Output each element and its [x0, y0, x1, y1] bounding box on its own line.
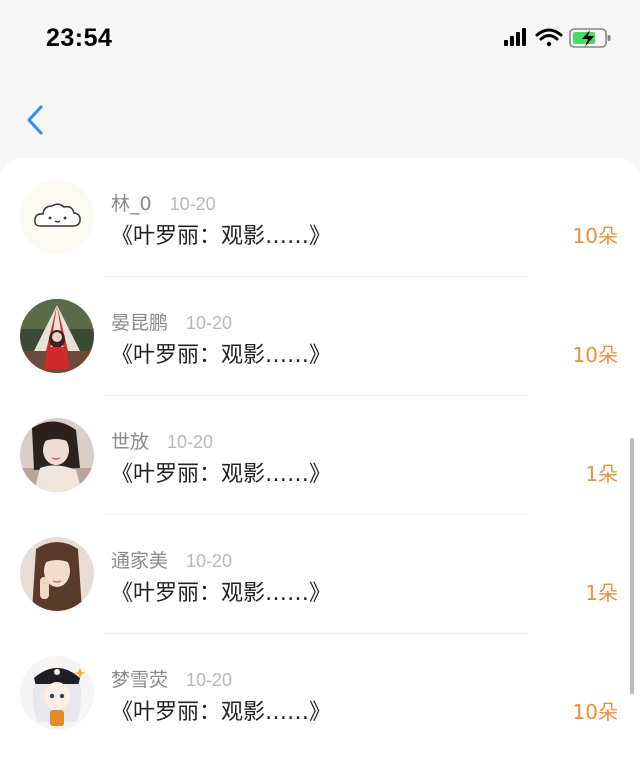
list-item[interactable]: 晏昆鹏 10-20 《叶罗丽：观影……》 10朵 [0, 277, 640, 396]
flower-count: 1朵 [585, 581, 618, 605]
post-date: 10-20 [186, 313, 233, 333]
post-date: 10-20 [169, 194, 216, 214]
item-title[interactable]: 《叶罗丽：观影……》 [111, 456, 331, 488]
meta-line: 世放 10-20 [111, 427, 214, 454]
signal-icon [504, 28, 526, 46]
photo-avatar-girl[interactable] [20, 418, 94, 492]
item-title[interactable]: 《叶罗丽：观影……》 [111, 575, 331, 607]
cloud-avatar[interactable] [20, 180, 94, 254]
list-item[interactable]: 世放 10-20 《叶罗丽：观影……》 1朵 [0, 396, 640, 515]
flower-count: 1朵 [585, 462, 618, 486]
list-item[interactable]: 林_0 10-20 《叶罗丽：观影……》 10朵 [0, 158, 640, 277]
meta-line: 晏昆鹏 10-20 [111, 308, 233, 335]
meta-line: 林_0 10-20 [111, 189, 216, 216]
nav-bar [0, 78, 640, 158]
meta-line: 梦雪荧 10-20 [111, 665, 233, 692]
list-item[interactable]: 梦雪荧 10-20 《叶罗丽：观影……》 10朵 [0, 634, 640, 753]
list-item[interactable]: 通家美 10-20 《叶罗丽：观影……》 1朵 [0, 515, 640, 634]
photo-avatar-woman[interactable] [20, 537, 94, 611]
status-icons [504, 26, 614, 50]
meta-line: 通家美 10-20 [111, 546, 233, 573]
photo-avatar-tent[interactable] [20, 299, 94, 373]
flower-list: 林_0 10-20 《叶罗丽：观影……》 10朵 晏昆鹏 10-20 《叶罗丽：… [0, 158, 640, 758]
item-title[interactable]: 《叶罗丽：观影……》 [111, 218, 331, 250]
post-date: 10-20 [186, 670, 233, 690]
scrollbar[interactable] [630, 438, 634, 694]
post-date: 10-20 [167, 432, 214, 452]
user-name[interactable]: 通家美 [111, 546, 168, 573]
user-name[interactable]: 世放 [111, 427, 149, 454]
post-date: 10-20 [186, 551, 233, 571]
item-title[interactable]: 《叶罗丽：观影……》 [111, 337, 331, 369]
battery-charging-icon [569, 28, 611, 48]
user-name[interactable]: 晏昆鹏 [111, 308, 168, 335]
flower-count: 10朵 [572, 343, 618, 367]
status-bar: 23:54 [0, 0, 640, 78]
flower-count: 10朵 [572, 700, 618, 724]
status-time: 23:54 [46, 24, 113, 52]
user-name[interactable]: 梦雪荧 [111, 665, 168, 692]
back-button[interactable] [18, 100, 52, 140]
anime-avatar[interactable] [20, 656, 94, 730]
flower-count: 10朵 [572, 224, 618, 248]
chevron-left-icon [27, 105, 43, 135]
wifi-icon [535, 28, 563, 47]
item-title[interactable]: 《叶罗丽：观影……》 [111, 694, 331, 726]
user-name[interactable]: 林_0 [111, 189, 152, 216]
